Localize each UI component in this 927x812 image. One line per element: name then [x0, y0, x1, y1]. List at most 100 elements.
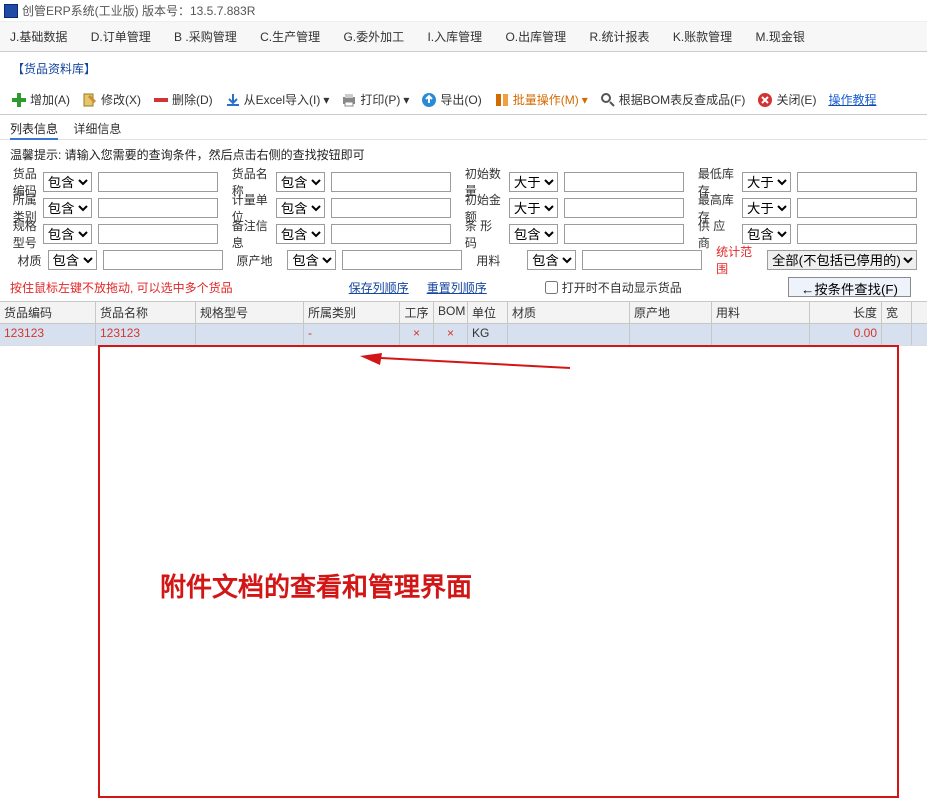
- filter-op-select[interactable]: 包含: [527, 250, 576, 270]
- filter-label: 条 形 码: [457, 217, 503, 251]
- filter-op-select[interactable]: 包含: [276, 198, 325, 218]
- grid-header-cell[interactable]: 规格型号: [196, 302, 304, 323]
- section-title: 【货品资料库】: [0, 52, 927, 85]
- grid-cell: ×: [400, 324, 434, 345]
- help-link[interactable]: 操作教程: [825, 89, 879, 110]
- filter-op-select[interactable]: 大于: [509, 198, 558, 218]
- reset-col-order[interactable]: 重置列顺序: [427, 279, 487, 296]
- filter-input[interactable]: [582, 250, 702, 270]
- grid-cell: [882, 324, 912, 345]
- filter-input[interactable]: [564, 224, 684, 244]
- grid-cell: [630, 324, 712, 345]
- filter-op-select[interactable]: 大于: [742, 198, 791, 218]
- tab-list[interactable]: 列表信息: [10, 122, 58, 140]
- window-title: 创管ERP系统(工业版) 版本号：13.5.7.883R: [22, 0, 255, 22]
- grid-header-cell[interactable]: 原产地: [630, 302, 712, 323]
- filter-op-select[interactable]: 包含: [43, 172, 92, 192]
- bom-search-button[interactable]: 根据BOM表反查成品(F): [597, 89, 749, 110]
- import-icon: [225, 92, 241, 108]
- grid-cell: -: [304, 324, 400, 345]
- filter-input[interactable]: [797, 224, 917, 244]
- delete-button[interactable]: 删除(D): [150, 89, 216, 110]
- filter-input[interactable]: [98, 224, 218, 244]
- filter-op-select[interactable]: 大于: [742, 172, 791, 192]
- menu-production[interactable]: C.生产管理: [260, 30, 320, 44]
- menu-reports[interactable]: R.统计报表: [589, 30, 649, 44]
- close-button[interactable]: 关闭(E): [754, 89, 819, 110]
- main-menu: J.基础数据 D.订单管理 B .采购管理 C.生产管理 G.委外加工 I.入库…: [0, 22, 927, 52]
- grid-header-cell[interactable]: 长度: [810, 302, 882, 323]
- filter-op-select[interactable]: 包含: [287, 250, 336, 270]
- search-button[interactable]: ←按条件查找(F): [788, 277, 911, 297]
- filter-op-select[interactable]: 包含: [509, 224, 558, 244]
- auto-show-input[interactable]: [545, 281, 558, 294]
- grid-header-cell[interactable]: 货品编码: [0, 302, 96, 323]
- action-row: 按住鼠标左键不放拖动, 可以选中多个货品 保存列顺序 重置列顺序 打开时不自动显…: [0, 273, 927, 301]
- menu-stock-out[interactable]: O.出库管理: [505, 30, 566, 44]
- menu-stock-in[interactable]: I.入库管理: [427, 30, 482, 44]
- print-button[interactable]: 打印(P) ▾: [338, 89, 412, 110]
- grid-header-cell[interactable]: 宽: [882, 302, 912, 323]
- filter-input[interactable]: [342, 250, 462, 270]
- filter-input[interactable]: [331, 198, 451, 218]
- filter-op-select[interactable]: 包含: [276, 172, 325, 192]
- window-titlebar: 创管ERP系统(工业版) 版本号：13.5.7.883R: [0, 0, 927, 22]
- filter-input[interactable]: [98, 198, 218, 218]
- filter-scope-select[interactable]: 全部(不包括已停用的): [767, 250, 917, 270]
- grid-cell: 123123: [0, 324, 96, 345]
- filter-op-select[interactable]: 大于: [509, 172, 558, 192]
- filter-row: 规格型号包含备注信息包含条 形 码包含供 应 商包含: [10, 221, 917, 247]
- menu-basic-data[interactable]: J.基础数据: [10, 30, 67, 44]
- tab-detail[interactable]: 详细信息: [73, 122, 121, 136]
- edit-button[interactable]: 修改(X): [79, 89, 144, 110]
- dropdown-icon: ▾: [403, 93, 409, 107]
- edit-icon: [82, 92, 98, 108]
- filter-op-select[interactable]: 包含: [48, 250, 97, 270]
- menu-outsource[interactable]: G.委外加工: [343, 30, 404, 44]
- menu-accounts[interactable]: K.账款管理: [673, 30, 732, 44]
- filter-op-select[interactable]: 包含: [276, 224, 325, 244]
- filter-input[interactable]: [564, 198, 684, 218]
- save-col-order[interactable]: 保存列顺序: [349, 279, 409, 296]
- grid-header: 货品编码货品名称规格型号所属类别工序BOM单位材质原产地用料长度宽: [0, 302, 927, 324]
- auto-show-checkbox[interactable]: 打开时不自动显示货品: [545, 279, 682, 296]
- filter-input[interactable]: [103, 250, 223, 270]
- filter-label: 备注信息: [224, 217, 270, 251]
- filter-input[interactable]: [797, 172, 917, 192]
- export-button[interactable]: 导出(O): [418, 89, 484, 110]
- filter-label: 材质: [10, 252, 42, 269]
- view-tabs: 列表信息 详细信息: [0, 115, 927, 140]
- filter-input[interactable]: [331, 224, 451, 244]
- grid-row[interactable]: 123123123123-××KG0.00: [0, 324, 927, 346]
- grid-cell: [196, 324, 304, 345]
- grid-header-cell[interactable]: 用料: [712, 302, 810, 323]
- filter-input[interactable]: [564, 172, 684, 192]
- grid-header-cell[interactable]: 单位: [468, 302, 508, 323]
- grid-header-cell[interactable]: 所属类别: [304, 302, 400, 323]
- filter-input[interactable]: [331, 172, 451, 192]
- menu-cash[interactable]: M.现金银: [756, 30, 805, 44]
- grid-header-cell[interactable]: 材质: [508, 302, 630, 323]
- drag-hint: 按住鼠标左键不放拖动, 可以选中多个货品: [10, 279, 233, 296]
- grid-header-cell[interactable]: 工序: [400, 302, 434, 323]
- import-button[interactable]: 从Excel导入(I) ▾: [222, 89, 333, 110]
- menu-orders[interactable]: D.订单管理: [91, 30, 151, 44]
- app-logo-icon: [4, 4, 18, 18]
- batch-button[interactable]: 批量操作(M) ▾: [491, 89, 591, 110]
- grid-cell: 0.00: [810, 324, 882, 345]
- filter-input[interactable]: [797, 198, 917, 218]
- filter-input[interactable]: [98, 172, 218, 192]
- grid-header-cell[interactable]: BOM: [434, 302, 468, 323]
- export-icon: [421, 92, 437, 108]
- plus-icon: [11, 92, 27, 108]
- filter-op-select[interactable]: 包含: [43, 198, 92, 218]
- menu-purchase[interactable]: B .采购管理: [174, 30, 237, 44]
- filter-label: 统计范围: [708, 243, 761, 277]
- grid-header-cell[interactable]: 货品名称: [96, 302, 196, 323]
- add-button[interactable]: 增加(A): [8, 89, 73, 110]
- filter-op-select[interactable]: 包含: [742, 224, 791, 244]
- grid-cell: [712, 324, 810, 345]
- minus-icon: [153, 92, 169, 108]
- filter-panel: 货品编码包含货品名称包含初始数量大于最低库存大于所属类别包含计量单位包含初始金额…: [0, 169, 927, 273]
- filter-op-select[interactable]: 包含: [43, 224, 92, 244]
